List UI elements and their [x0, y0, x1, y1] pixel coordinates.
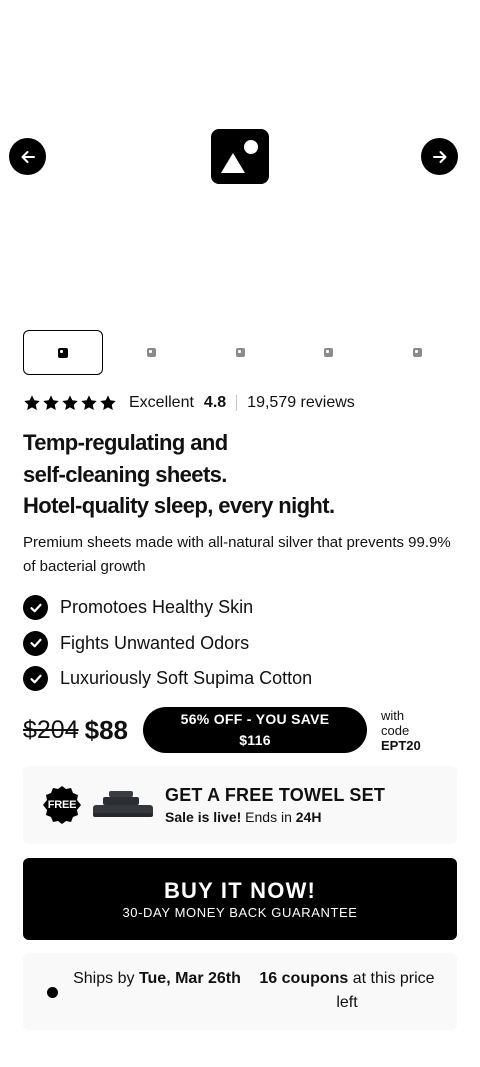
status-dot [47, 987, 58, 998]
guarantee-label: 30-DAY MONEY BACK GUARANTEE [122, 905, 358, 920]
benefits-list: Promotoes Healthy Skin Fights Unwanted O… [23, 590, 443, 697]
product-gallery [0, 0, 480, 313]
star-icon [62, 395, 78, 411]
sale-price: $88 [84, 714, 129, 745]
previous-image-button[interactable] [9, 138, 46, 175]
promo-code: EPT20 [381, 737, 421, 753]
thumbnail-5[interactable] [377, 330, 457, 375]
title-line-1: Temp-regulating and [23, 430, 228, 455]
star-icon [43, 395, 59, 411]
savings-amount: $116 [239, 732, 271, 748]
product-description: Premium sheets made with all-natural sil… [23, 534, 451, 575]
rating-label: Excellent [129, 394, 194, 411]
ships-by-prefix: Ships by [73, 970, 135, 987]
thumbnail-4[interactable] [289, 330, 369, 375]
free-badge: FREE [42, 785, 82, 825]
free-badge-text: FREE [47, 799, 77, 811]
star-icon [81, 395, 97, 411]
check-circle-icon [23, 666, 48, 692]
star-icon [24, 395, 40, 411]
buy-now-label: BUY IT NOW! [163, 878, 317, 903]
image-icon [147, 348, 156, 357]
next-image-button[interactable] [421, 138, 458, 175]
image-icon [324, 348, 333, 357]
offer-timer: Sale is live! Ends in 24H [165, 807, 385, 827]
benefit-item: Fights Unwanted Odors [23, 626, 443, 662]
rating-summary[interactable]: Excellent 4.8 19,579 reviews [23, 392, 355, 414]
coupons-rest: at this price left [336, 970, 435, 1011]
rating-score: 4.8 [203, 394, 227, 411]
discount-badge: 56% OFF - YOU SAVE $116 [143, 707, 368, 753]
benefit-item: Luxuriously Soft Supima Cotton [23, 661, 443, 697]
title-line-3: Hotel-quality sleep, every night. [23, 493, 335, 518]
benefit-item: Promotoes Healthy Skin [23, 590, 443, 626]
thumbnail-3[interactable] [200, 330, 280, 375]
towel-set-image [93, 791, 153, 817]
shipping-info-card: Ships by Tue, Mar 26th 16 coupons at thi… [23, 953, 457, 1030]
free-gift-card: FREE GET A FREE TOWEL SET Sale is live! … [23, 766, 457, 844]
thumbnail-1[interactable] [23, 330, 103, 375]
offer-headline: GET A FREE TOWEL SET [165, 785, 386, 805]
check-circle-icon [23, 630, 48, 656]
original-price: $204 [23, 715, 79, 744]
divider [236, 395, 238, 411]
ends-in-time: 24H [295, 809, 322, 825]
title-line-2: self-cleaning sheets. [23, 461, 227, 487]
thumbnail-2[interactable] [112, 330, 192, 375]
coupons-left-text: 16 coupons at this price left [247, 967, 447, 1015]
hero-image [211, 129, 269, 184]
thumbnail-strip [23, 330, 457, 375]
star-icon [100, 395, 116, 411]
coupons-count: 16 coupons [259, 970, 349, 987]
check-circle-icon [23, 595, 48, 621]
code-prefix-2: code [381, 722, 410, 738]
buy-now-button[interactable]: BUY IT NOW! 30-DAY MONEY BACK GUARANTEE [23, 858, 457, 940]
image-icon [412, 348, 422, 357]
benefit-text: Promotoes Healthy Skin [60, 597, 254, 618]
image-icon [235, 348, 245, 357]
image-icon [58, 347, 68, 358]
ships-by-text: Ships by Tue, Mar 26th [67, 967, 247, 991]
sale-live-text: Sale is live! [165, 809, 242, 825]
promo-code-note: with code EPT20 [381, 708, 421, 753]
discount-text: 56% OFF - YOU SAVE [180, 711, 330, 727]
benefit-text: Luxuriously Soft Supima Cotton [60, 668, 313, 689]
arrow-left-icon [21, 150, 35, 163]
price-row: $204 $88 56% OFF - YOU SAVE $116 with co… [23, 705, 457, 755]
ends-in-text: Ends in [245, 809, 292, 825]
benefit-text: Fights Unwanted Odors [60, 632, 250, 653]
image-placeholder-icon [221, 140, 258, 173]
ships-by-date: Tue, Mar 26th [138, 970, 241, 987]
review-count: 19,579 reviews [247, 394, 355, 411]
arrow-right-icon [432, 150, 446, 163]
product-title: Temp-regulating and self-cleaning sheets… [23, 427, 463, 522]
offer-text: GET A FREE TOWEL SET Sale is live! Ends … [165, 783, 385, 827]
code-prefix-1: with [381, 707, 405, 723]
star-rating [23, 394, 117, 412]
